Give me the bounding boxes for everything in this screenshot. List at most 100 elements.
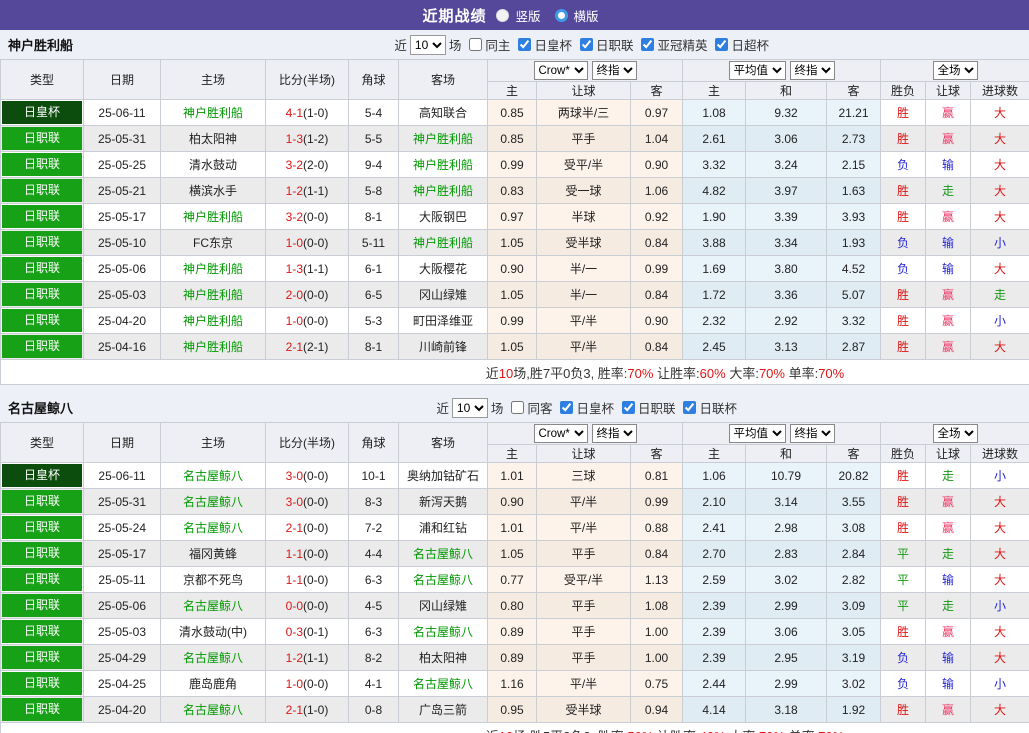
odds-source-select[interactable]: Crow*: [533, 424, 588, 443]
match-row: 日职联 25-05-17 福冈黄蜂 1-1(0-0) 4-4 名古屋鲸八 1.05 平手 0.8…: [0, 540, 1029, 567]
league-checkbox-1[interactable]: [621, 401, 635, 414]
home-team-cell: 鹿岛鹿角: [160, 670, 266, 697]
away-odds-cell: 0.90: [630, 307, 683, 334]
home-team-cell: 神户胜利船: [160, 281, 266, 308]
league-label-2[interactable]: 亚冠精英: [657, 35, 707, 54]
avg-home-cell: 2.59: [682, 566, 746, 593]
halftime-score: (1-1): [303, 183, 329, 198]
goals-result-cell: 大: [969, 644, 1029, 671]
home-odds-cell: 1.05: [487, 540, 537, 567]
games-label: 场: [448, 39, 462, 53]
score-cell: 1-3(1-1): [265, 255, 349, 282]
corner-cell: 0-8: [348, 696, 399, 723]
league-checkbox-2[interactable]: [683, 401, 697, 414]
match-row: 日职联 25-05-06 神户胜利船 1-3(1-1) 6-1 大阪樱花 0.90 半/一 0.…: [0, 255, 1029, 282]
vertical-layout-radio[interactable]: [496, 8, 510, 22]
avg-away-cell: 3.08: [826, 514, 881, 541]
league-checkbox-1[interactable]: [579, 38, 593, 51]
same-side-label[interactable]: 同主: [485, 35, 510, 54]
table-body: 日皇杯 25-06-11 名古屋鲸八 3-0(0-0) 10-1 奥纳加钴矿石 1.01 三球…: [0, 462, 1029, 733]
scope-select[interactable]: 全场: [932, 61, 978, 80]
page-title: 近期战绩: [422, 7, 487, 25]
odds-stage-select[interactable]: 终指: [591, 61, 637, 80]
league-label-0[interactable]: 日皇杯: [576, 398, 614, 417]
goals-result-cell: 小: [969, 229, 1029, 256]
corner-cell: 4-5: [348, 592, 399, 619]
handicap-cell: 受半球: [536, 229, 631, 256]
match-type-cell: 日职联: [0, 618, 84, 645]
away-team-cell: 大阪钢巴: [398, 203, 488, 230]
league-label-1[interactable]: 日职联: [638, 398, 676, 417]
odds-stage-select[interactable]: 终指: [591, 424, 637, 443]
corner-cell: 9-4: [348, 151, 399, 178]
away-odds-cell: 0.90: [630, 151, 683, 178]
corner-cell: 6-5: [348, 281, 399, 308]
away-odds-cell: 0.99: [630, 488, 683, 515]
league-label-2[interactable]: 日联杯: [699, 398, 737, 417]
fulltime-score: 1-2: [285, 650, 303, 665]
away-odds-cell: 1.00: [630, 618, 683, 645]
sections-container: 神户胜利船近 10 场同主 日皇杯 日职联 亚冠精英 日超杯 类型 日期 主场 比分(半场) 角球 客场…: [0, 30, 1029, 733]
score-cell: 3-0(0-0): [265, 462, 349, 489]
horizontal-layout-label[interactable]: 横版: [574, 6, 599, 25]
corner-cell: 5-4: [348, 99, 399, 126]
league-checkbox-2[interactable]: [641, 38, 655, 51]
league-label-0[interactable]: 日皇杯: [534, 35, 572, 54]
avg-stage-select[interactable]: 终指: [789, 61, 835, 80]
match-date-cell: 25-05-21: [83, 177, 161, 204]
avg-home-cell: 4.14: [682, 696, 746, 723]
score-cell: 1-2(1-1): [265, 644, 349, 671]
handicap-result-cell: 赢: [925, 333, 971, 360]
avg-draw-cell: 3.13: [745, 333, 827, 360]
odds-sub-header-0: 主: [487, 81, 537, 100]
match-count-select[interactable]: 10: [451, 397, 488, 418]
halftime-score: (0-0): [303, 520, 329, 535]
league-checkbox-0[interactable]: [518, 38, 532, 51]
odds-source-select[interactable]: Crow*: [533, 61, 588, 80]
vertical-layout-label[interactable]: 竖版: [515, 6, 540, 25]
goals-result-cell: 大: [969, 125, 1029, 152]
goals-result-cell: 大: [969, 488, 1029, 515]
avg-draw-cell: 3.97: [745, 177, 827, 204]
fulltime-score: 4-1: [285, 105, 303, 120]
match-type-cell: 日职联: [0, 255, 84, 282]
same-side-label[interactable]: 同客: [527, 398, 552, 417]
score-cell: 2-1(1-0): [265, 696, 349, 723]
same-side-checkbox[interactable]: [511, 401, 525, 414]
league-label-3[interactable]: 日超杯: [731, 35, 769, 54]
away-team-cell: 名古屋鲸八: [398, 618, 488, 645]
match-type-cell: 日职联: [0, 177, 84, 204]
avg-draw-cell: 2.83: [745, 540, 827, 567]
match-type-badge: 日职联: [2, 568, 82, 591]
handicap-result-cell: 赢: [925, 203, 971, 230]
avg-away-cell: 2.87: [826, 333, 881, 360]
horizontal-layout-radio[interactable]: [554, 8, 568, 22]
handicap-cell: 三球: [536, 462, 631, 489]
handicap-result-cell: 赢: [925, 307, 971, 334]
team-section: 名古屋鲸八近 10 场同客 日皇杯 日职联 日联杯 类型 日期 主场 比分(半场) 角球 客场 Crow…: [0, 393, 1029, 733]
avg-source-select[interactable]: 平均值: [728, 61, 786, 80]
col-header-2: 主场: [160, 59, 266, 100]
halftime-score: (0-0): [303, 209, 329, 224]
handicap-cell: 两球半/三: [536, 99, 631, 126]
summary-part: 单率:: [785, 729, 819, 733]
same-side-checkbox[interactable]: [469, 38, 483, 51]
league-checkbox-3[interactable]: [715, 38, 729, 51]
scope-select[interactable]: 全场: [932, 424, 978, 443]
avg-away-cell: 3.05: [826, 618, 881, 645]
league-label-1[interactable]: 日职联: [596, 35, 634, 54]
league-checkbox-0[interactable]: [560, 401, 574, 414]
fulltime-score: 0-0: [285, 598, 303, 613]
match-count-select[interactable]: 10: [409, 34, 446, 55]
avg-source-select[interactable]: 平均值: [728, 424, 786, 443]
avg-home-cell: 1.90: [682, 203, 746, 230]
halftime-score: (2-1): [303, 339, 329, 354]
fulltime-score: 3-2: [285, 157, 303, 172]
halftime-score: (0-0): [303, 598, 329, 613]
avg-stage-select[interactable]: 终指: [789, 424, 835, 443]
avg-draw-cell: 2.98: [745, 514, 827, 541]
outcome-result-cell: 负: [880, 670, 926, 697]
corner-cell: 8-3: [348, 488, 399, 515]
handicap-result-cell: 赢: [925, 281, 971, 308]
match-row: 日职联 25-05-11 京都不死鸟 1-1(0-0) 6-3 名古屋鲸八 0.77 受平/半…: [0, 566, 1029, 593]
